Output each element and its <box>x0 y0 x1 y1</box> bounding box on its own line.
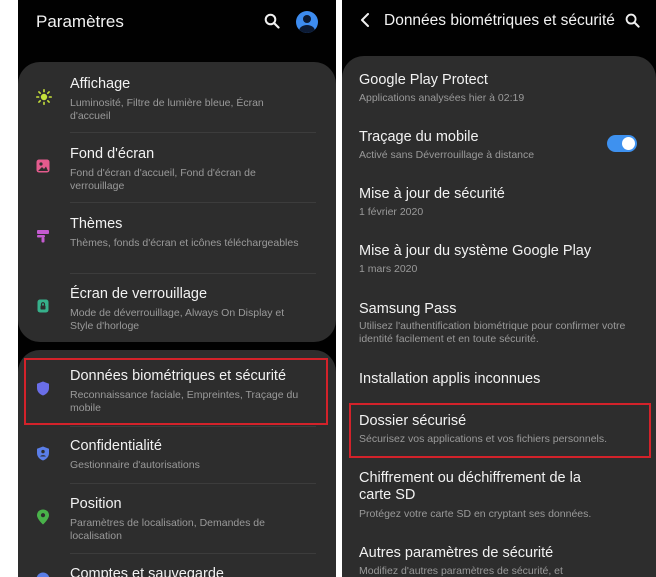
settings-item-title: Traçage du mobile <box>359 129 479 145</box>
settings-item-subtitle: Fond d'écran d'accueil, Fond d'écran de … <box>70 167 256 192</box>
settings-item-subtitle: 1 mars 2020 <box>359 263 418 275</box>
settings-item-title: Autres paramètres de sécurité <box>359 545 554 561</box>
divider <box>70 426 316 427</box>
divider <box>70 202 316 203</box>
page-title: Données biométriques et sécurité <box>384 12 615 29</box>
highlight-box-secure-folder <box>349 403 651 458</box>
settings-item-lock-screen[interactable]: Écran de verrouillage Mode de déverrouil… <box>18 286 336 336</box>
settings-item-google-play-system-update[interactable]: Mise à jour du système Google Play 1 mar… <box>342 243 656 283</box>
sun-icon <box>36 89 52 105</box>
settings-item-accounts-backup[interactable]: Comptes et sauvegarde <box>18 566 336 577</box>
settings-item-title: Mise à jour de sécurité <box>359 186 505 202</box>
settings-item-sd-card-encryption[interactable]: Chiffrement ou déchiffrement de la carte… <box>342 470 656 525</box>
page-title: Paramètres <box>36 12 124 31</box>
divider <box>70 553 316 554</box>
settings-item-subtitle: Mode de déverrouillage, Always On Displa… <box>70 307 285 332</box>
search-icon[interactable] <box>625 13 640 33</box>
divider <box>70 273 316 274</box>
highlight-box-biometrics <box>24 358 328 425</box>
find-my-mobile-toggle[interactable] <box>607 135 637 152</box>
settings-item-title: Comptes et sauvegarde <box>70 566 224 577</box>
settings-item-subtitle: Utilisez l'authentification biométrique … <box>359 320 626 345</box>
settings-item-title: Samsung Pass <box>359 301 457 317</box>
settings-item-title: Position <box>70 496 122 512</box>
search-icon[interactable] <box>264 13 280 34</box>
privacy-icon <box>36 446 50 461</box>
settings-item-subtitle: Applications analysées hier à 02:19 <box>359 92 525 104</box>
settings-item-display[interactable]: Affichage Luminosité, Filtre de lumière … <box>18 76 336 126</box>
settings-item-title: Chiffrement ou déchiffrement de la carte… <box>359 470 581 503</box>
settings-item-subtitle: Luminosité, Filtre de lumière bleue, Écr… <box>70 97 264 122</box>
settings-item-title: Mise à jour du système Google Play <box>359 243 592 259</box>
settings-item-install-unknown-apps[interactable]: Installation applis inconnues <box>342 371 656 395</box>
settings-item-title: Écran de verrouillage <box>70 286 208 302</box>
settings-item-privacy[interactable]: Confidentialité Gestionnaire d'autorisat… <box>18 438 336 478</box>
lock-icon <box>36 299 50 313</box>
settings-screen: Paramètres Affichage Luminosité, Filtre … <box>18 0 336 577</box>
settings-item-title: Thèmes <box>70 216 123 232</box>
settings-item-other-security-settings[interactable]: Autres paramètres de sécurité Modifiez d… <box>342 545 656 577</box>
settings-item-title: Confidentialité <box>70 438 162 454</box>
settings-item-title: Google Play Protect <box>359 72 488 88</box>
settings-item-subtitle: Paramètres de localisation, Demandes de … <box>70 517 265 542</box>
image-icon <box>36 159 50 173</box>
settings-item-subtitle: Thèmes, fonds d'écran et icônes téléchar… <box>70 237 299 249</box>
settings-item-subtitle: Activé sans Déverrouillage à distance <box>359 149 535 161</box>
divider <box>70 483 316 484</box>
settings-item-subtitle: Protégez votre carte SD en cryptant ses … <box>359 508 592 520</box>
settings-item-location[interactable]: Position Paramètres de localisation, Dem… <box>18 496 336 546</box>
settings-item-security-update[interactable]: Mise à jour de sécurité 1 février 2020 <box>342 186 656 226</box>
settings-item-google-play-protect[interactable]: Google Play Protect Applications analysé… <box>342 72 656 112</box>
settings-item-title: Installation applis inconnues <box>359 371 541 387</box>
brush-icon <box>36 229 50 243</box>
settings-item-title: Affichage <box>70 76 131 92</box>
account-key-icon <box>36 572 50 577</box>
settings-item-subtitle: Gestionnaire d'autorisations <box>70 459 200 471</box>
account-icon[interactable] <box>296 11 318 33</box>
settings-item-title: Fond d'écran <box>70 146 155 162</box>
settings-item-subtitle: 1 février 2020 <box>359 206 424 218</box>
settings-item-wallpaper[interactable]: Fond d'écran Fond d'écran d'accueil, Fon… <box>18 146 336 196</box>
biometrics-security-screen: Données biométriques et sécurité Google … <box>342 0 656 577</box>
settings-item-subtitle: Modifiez d'autres paramètres de sécurité… <box>359 565 563 577</box>
settings-item-samsung-pass[interactable]: Samsung Pass Utilisez l'authentification… <box>342 301 656 351</box>
back-icon[interactable] <box>360 13 370 32</box>
location-icon <box>36 509 50 525</box>
divider <box>70 132 316 133</box>
settings-item-themes[interactable]: Thèmes Thèmes, fonds d'écran et icônes t… <box>18 216 336 266</box>
